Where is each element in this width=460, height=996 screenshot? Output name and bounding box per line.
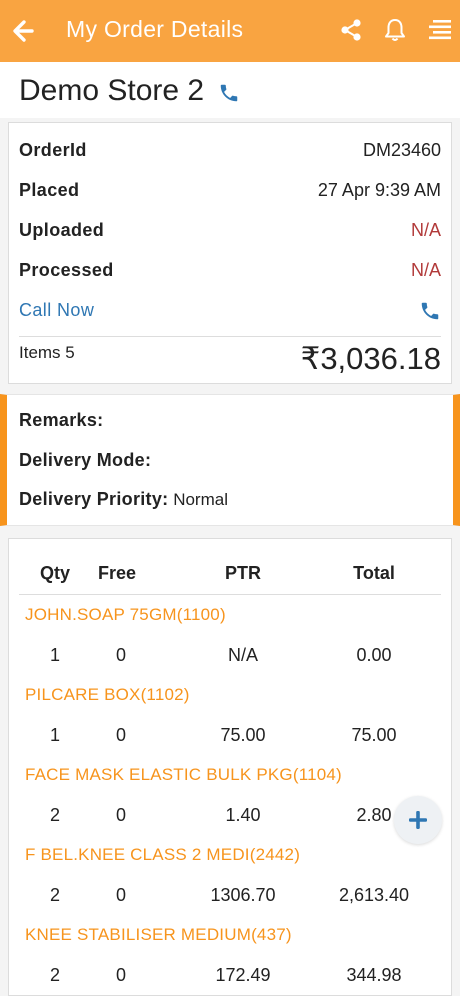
remarks-label: Remarks: <box>19 410 104 430</box>
delivery-priority-line: Delivery Priority: Normal <box>19 489 228 510</box>
order-total-amount: ₹3,036.18 <box>300 341 441 376</box>
cell-qty: 2 <box>49 965 61 985</box>
order-id-row: OrderId DM23460 <box>19 140 441 164</box>
table-row: 1 0 75.00 75.00 <box>9 725 451 749</box>
table-row: 1 0 N/A 0.00 <box>9 645 451 669</box>
uploaded-row: Uploaded N/A <box>19 220 441 244</box>
uploaded-value: N/A <box>410 220 441 240</box>
page-title: My Order Details <box>66 16 244 42</box>
column-header-total: Total <box>353 563 395 583</box>
phone-icon[interactable] <box>419 300 441 322</box>
order-items-card: Qty Free PTR Total JOHN.SOAP 75GM(1100) … <box>8 538 452 996</box>
product-name[interactable]: FACE MASK ELASTIC BULK PKG(1104) <box>25 765 342 785</box>
processed-value: N/A <box>410 260 441 280</box>
order-summary-card: OrderId DM23460 Placed 27 Apr 9:39 AM Up… <box>8 122 452 384</box>
product-name[interactable]: JOHN.SOAP 75GM(1100) <box>25 605 226 625</box>
uploaded-label: Uploaded <box>19 220 105 240</box>
cell-ptr: 1.40 <box>225 805 261 825</box>
cell-total: 2,613.40 <box>338 885 410 905</box>
delivery-priority-value: Normal <box>168 490 228 509</box>
cell-free: 0 <box>115 725 127 745</box>
column-header-ptr: PTR <box>225 563 261 583</box>
cell-qty: 2 <box>49 885 61 905</box>
items-count: Items 5 <box>19 343 75 362</box>
processed-label: Processed <box>19 260 114 280</box>
cell-qty: 1 <box>49 645 61 665</box>
product-name[interactable]: KNEE STABILISER MEDIUM(437) <box>25 925 292 945</box>
cell-total: 344.98 <box>346 965 402 985</box>
plus-icon <box>409 811 427 829</box>
table-header: Qty Free PTR Total <box>19 563 441 595</box>
product-name[interactable]: PILCARE BOX(1102) <box>25 685 190 705</box>
cell-free: 0 <box>115 965 127 985</box>
delivery-mode-label: Delivery Mode: <box>19 450 152 470</box>
delivery-mode-line: Delivery Mode: <box>19 450 151 471</box>
placed-row: Placed 27 Apr 9:39 AM <box>19 180 441 204</box>
delivery-card: Remarks: Delivery Mode: Delivery Priorit… <box>0 394 460 526</box>
cell-total: 2.80 <box>356 805 392 825</box>
processed-row: Processed N/A <box>19 260 441 284</box>
cell-ptr: N/A <box>227 645 259 665</box>
app-header: My Order Details <box>0 0 460 62</box>
summary-divider <box>19 336 441 337</box>
column-header-free: Free <box>97 563 137 583</box>
cell-ptr: 75.00 <box>220 725 266 745</box>
cell-free: 0 <box>115 885 127 905</box>
cell-total: 75.00 <box>351 725 397 745</box>
product-name[interactable]: F BEL.KNEE CLASS 2 MEDI(2442) <box>25 845 300 865</box>
column-header-qty: Qty <box>39 563 71 583</box>
table-row: 2 0 1306.70 2,613.40 <box>9 885 451 909</box>
placed-value: 27 Apr 9:39 AM <box>317 180 441 200</box>
cell-ptr: 1306.70 <box>210 885 276 905</box>
add-item-button[interactable] <box>394 796 442 844</box>
phone-icon[interactable] <box>218 82 240 104</box>
bell-icon[interactable] <box>382 17 408 43</box>
share-icon[interactable] <box>338 17 364 43</box>
store-header: Demo Store 2 <box>0 62 460 118</box>
table-row: 2 0 1.40 2.80 <box>9 805 451 829</box>
order-id-label: OrderId <box>19 140 87 160</box>
arrow-left-icon[interactable] <box>8 17 36 45</box>
cell-ptr: 172.49 <box>215 965 271 985</box>
cell-free: 0 <box>115 805 127 825</box>
cell-free: 0 <box>115 645 127 665</box>
placed-label: Placed <box>19 180 80 200</box>
cell-qty: 2 <box>49 805 61 825</box>
call-now-row[interactable]: Call Now <box>19 300 441 324</box>
remarks-line: Remarks: <box>19 410 103 431</box>
menu-icon[interactable] <box>427 17 453 43</box>
call-now-link[interactable]: Call Now <box>19 300 94 321</box>
table-row: 2 0 172.49 344.98 <box>9 965 451 989</box>
store-name: Demo Store 2 <box>19 74 205 107</box>
delivery-priority-label: Delivery Priority: <box>19 489 169 509</box>
order-id-value: DM23460 <box>362 140 441 160</box>
cell-qty: 1 <box>49 725 61 745</box>
cell-total: 0.00 <box>356 645 392 665</box>
